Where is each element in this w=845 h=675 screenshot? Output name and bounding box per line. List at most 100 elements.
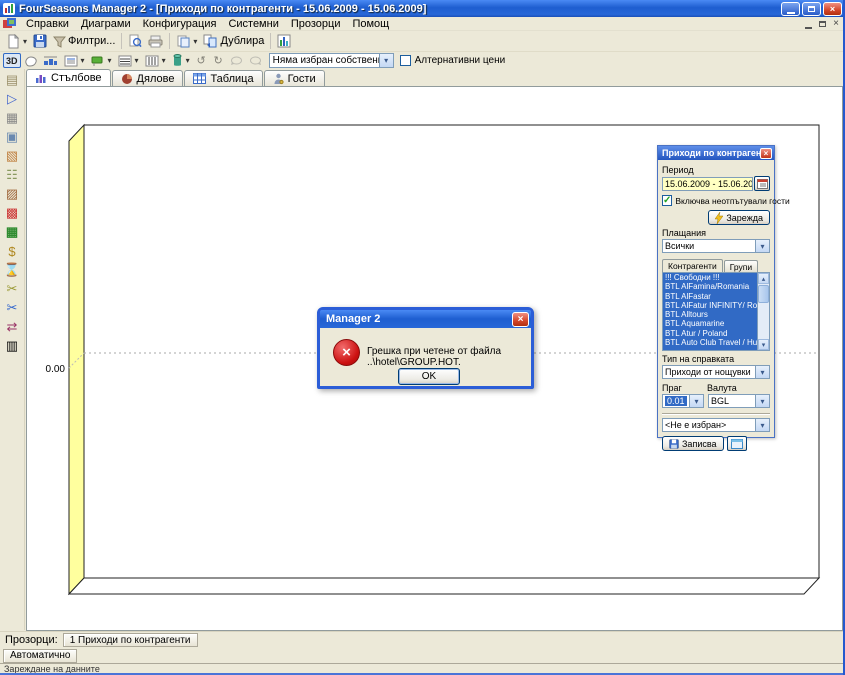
list-item[interactable]: BTL Aquamarine bbox=[663, 319, 757, 328]
spin-left-button[interactable] bbox=[227, 53, 246, 68]
duplicate-button[interactable]: Дублира bbox=[200, 32, 267, 51]
documents-icon[interactable]: ▨ bbox=[3, 185, 22, 203]
period-field[interactable]: 15.06.2009 - 15.06.2009 bbox=[662, 177, 753, 191]
spin-right-button[interactable] bbox=[246, 53, 265, 68]
people-group-icon[interactable]: ☷ bbox=[3, 166, 22, 184]
menu-item[interactable]: Прозорци bbox=[285, 17, 347, 31]
cut-red-icon[interactable]: ✂ bbox=[3, 280, 22, 298]
legend-button[interactable]: ▾ bbox=[61, 53, 88, 68]
alt-prices-checkbox-row[interactable]: Алтернативни цени bbox=[400, 55, 506, 66]
calculator-icon[interactable]: ▣ bbox=[3, 128, 22, 146]
restore-button[interactable] bbox=[802, 2, 821, 16]
mdi-minimize-icon[interactable] bbox=[805, 27, 812, 29]
list-item[interactable]: BTL Atur / Poland bbox=[663, 329, 757, 338]
rotate-left-button[interactable]: ↺ bbox=[193, 53, 210, 68]
list-scrollbar[interactable]: ▴ ▾ bbox=[757, 273, 769, 350]
include-guests-checkbox[interactable]: ✓ bbox=[662, 195, 672, 206]
menu-item[interactable]: Конфигурация bbox=[137, 17, 223, 31]
panel-titlebar[interactable]: Приходи по контрагенти × bbox=[658, 146, 774, 160]
cut-yellow-icon[interactable]: ✂ bbox=[3, 299, 22, 317]
list-item[interactable] bbox=[663, 347, 757, 350]
load-button[interactable]: Зарежда bbox=[708, 210, 770, 225]
report-type-dropdown-icon[interactable]: ▾ bbox=[755, 366, 769, 378]
tab-groups[interactable]: Групи bbox=[724, 260, 758, 272]
chart-tool-button[interactable] bbox=[274, 32, 294, 51]
cash-register-icon[interactable]: ▩ bbox=[3, 204, 22, 222]
horizontal-grid-button[interactable]: ▾ bbox=[115, 53, 142, 68]
payments-combobox[interactable]: Всички ▾ bbox=[662, 239, 770, 253]
auto-button[interactable]: Автоматично bbox=[3, 649, 77, 663]
print-preview-button[interactable] bbox=[125, 32, 145, 51]
dollar-icon[interactable]: $ bbox=[3, 242, 22, 260]
threshold-dropdown-icon[interactable]: ▾ bbox=[689, 395, 703, 407]
new-report-dropdown-icon[interactable]: ▾ bbox=[23, 37, 27, 46]
scroll-down-icon[interactable]: ▾ bbox=[758, 339, 769, 350]
menu-item[interactable]: Системни bbox=[222, 17, 284, 31]
new-report-button[interactable]: ▾ bbox=[3, 32, 30, 51]
axis-labels-button[interactable] bbox=[40, 53, 61, 68]
list-item[interactable]: BTL AlFatur INFINITY/ Romani bbox=[663, 301, 757, 310]
legend-dropdown-icon[interactable]: ▾ bbox=[81, 56, 85, 65]
list-item[interactable]: BTL Auto Club Travel / Hunga bbox=[663, 338, 757, 347]
menu-item[interactable]: Справки bbox=[20, 17, 75, 31]
copy-document-icon[interactable]: ▧ bbox=[3, 147, 22, 165]
report-type-combobox[interactable]: Приходи от нощувки ▾ bbox=[662, 365, 770, 379]
rotate-shape-button[interactable] bbox=[21, 53, 40, 68]
tab-pie[interactable]: Дялове bbox=[112, 70, 184, 86]
include-guests-row[interactable]: ✓ Включва неотпътували гости bbox=[662, 195, 770, 206]
close-button[interactable]: × bbox=[823, 2, 842, 16]
scroll-thumb[interactable] bbox=[758, 285, 769, 303]
send-report-icon[interactable]: ▷ bbox=[3, 90, 22, 108]
coins-clock-icon[interactable]: ⌛ bbox=[3, 261, 22, 279]
rotate-right-button[interactable]: ↻ bbox=[210, 53, 227, 68]
list-item[interactable]: BTL AlFastar bbox=[663, 292, 757, 301]
bar-style-dropdown-icon[interactable]: ▾ bbox=[186, 56, 190, 65]
print-button[interactable] bbox=[145, 32, 166, 51]
menu-item[interactable]: Помощ bbox=[346, 17, 395, 31]
contractors-listbox[interactable]: !!! Свободни !!!BTL AlFamina/RomaniaBTL … bbox=[662, 272, 770, 351]
vertical-grid-dropdown-icon[interactable]: ▾ bbox=[162, 56, 166, 65]
menu-item[interactable]: Диаграми bbox=[75, 17, 137, 31]
template-dropdown-icon[interactable]: ▾ bbox=[755, 419, 769, 431]
owner-combobox[interactable]: Няма избран собственици ▾ bbox=[269, 53, 394, 68]
threshold-combobox[interactable]: 0.01 ▾ bbox=[662, 394, 704, 408]
vertical-grid-button[interactable]: ▾ bbox=[142, 53, 169, 68]
tab-guests[interactable]: Гости bbox=[264, 70, 325, 86]
currency-combobox[interactable]: BGL ▾ bbox=[708, 394, 770, 408]
owner-combobox-dropdown-icon[interactable]: ▾ bbox=[379, 54, 393, 67]
ok-button[interactable]: OK bbox=[398, 368, 460, 385]
grid-view-button[interactable] bbox=[727, 436, 747, 451]
stats-bar-icon[interactable]: ▥ bbox=[3, 337, 22, 355]
red-grid-icon[interactable]: ▦ bbox=[3, 223, 22, 241]
marks-button[interactable]: ▾ bbox=[88, 53, 115, 68]
tab-table[interactable]: Таблица bbox=[184, 70, 262, 86]
cards-icon[interactable]: ▤ bbox=[3, 71, 22, 89]
panel-close-button[interactable]: × bbox=[760, 148, 772, 159]
dialog-close-button[interactable]: × bbox=[512, 312, 529, 327]
list-item[interactable]: BTL Alltours bbox=[663, 310, 757, 319]
filter-button[interactable]: Филтри... bbox=[50, 32, 118, 51]
tab-contractors[interactable]: Контрагенти bbox=[662, 259, 723, 272]
bar-style-button[interactable]: ▾ bbox=[169, 53, 193, 68]
open-window-button[interactable]: 1 Приходи по контрагенти bbox=[63, 633, 198, 647]
save-report-button[interactable]: Записва bbox=[662, 436, 724, 451]
currency-dropdown-icon[interactable]: ▾ bbox=[755, 395, 769, 407]
copy-dropdown-icon[interactable]: ▾ bbox=[193, 37, 197, 46]
minimize-button[interactable] bbox=[781, 2, 800, 16]
horizontal-grid-dropdown-icon[interactable]: ▾ bbox=[135, 56, 139, 65]
tab-bars[interactable]: Стълбове bbox=[26, 69, 111, 86]
mdi-close-icon[interactable]: × bbox=[833, 18, 839, 30]
list-item[interactable]: !!! Свободни !!! bbox=[663, 273, 757, 282]
colored-chart-icon[interactable]: ▦ bbox=[3, 109, 22, 127]
copy-button[interactable]: ▾ bbox=[173, 32, 200, 51]
dialog-titlebar[interactable]: Manager 2 × bbox=[320, 310, 531, 328]
mdi-restore-icon[interactable] bbox=[819, 21, 826, 27]
exchange-icon[interactable]: ⇄ bbox=[3, 318, 22, 336]
alt-prices-checkbox[interactable] bbox=[400, 55, 411, 66]
list-item[interactable]: BTL AlFamina/Romania bbox=[663, 282, 757, 291]
3d-toggle-button[interactable]: 3D bbox=[3, 53, 21, 68]
marks-dropdown-icon[interactable]: ▾ bbox=[108, 56, 112, 65]
payments-dropdown-icon[interactable]: ▾ bbox=[755, 240, 769, 252]
template-combobox[interactable]: <Не е избран> ▾ bbox=[662, 418, 770, 432]
save-button[interactable] bbox=[30, 32, 50, 51]
